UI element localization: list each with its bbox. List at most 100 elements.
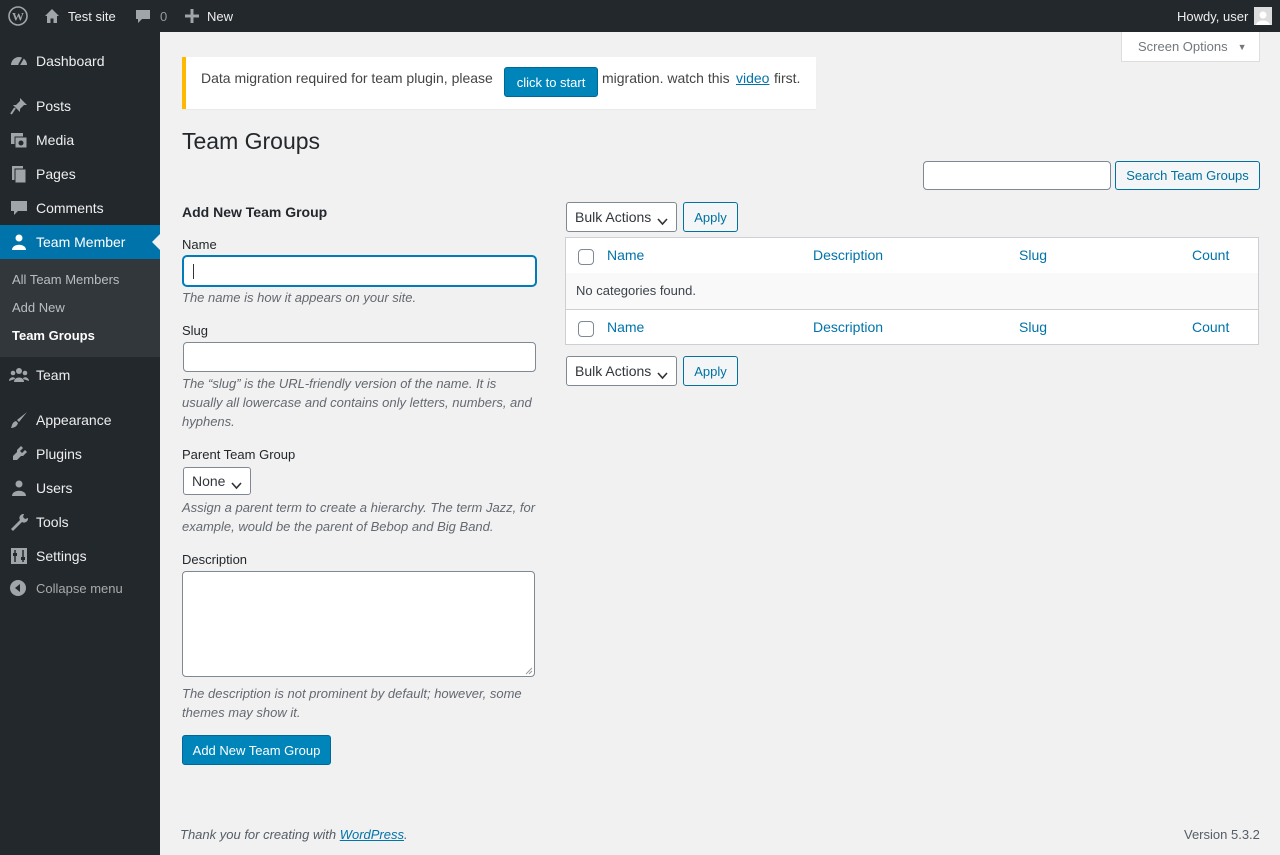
sidebar-item-settings[interactable]: Settings — [0, 539, 160, 573]
sidebar-item-media[interactable]: Media — [0, 123, 160, 157]
avatar — [1254, 7, 1273, 25]
new-content-link[interactable]: New — [185, 0, 233, 32]
sidebar-item-label: Media — [36, 132, 75, 148]
pages-icon — [9, 164, 29, 184]
column-slug[interactable]: Slug — [1019, 247, 1047, 263]
comments-link[interactable]: 0 — [135, 0, 167, 32]
sidebar-item-label: Tools — [36, 514, 69, 530]
sidebar-item-label: Team Member — [36, 234, 126, 250]
no-items-text: No categories found. — [576, 283, 696, 298]
collapse-arrow-icon — [10, 580, 26, 596]
notice-text-end: first. — [774, 70, 801, 86]
admin-sidebar: Dashboard Posts Media Pages Comments Tea… — [0, 32, 160, 855]
bulk-actions-select-top[interactable]: Bulk Actions — [566, 202, 677, 232]
screen-options-button[interactable]: Screen Options ▼ — [1121, 32, 1260, 62]
apply-button-top[interactable]: Apply — [683, 202, 738, 232]
search-input[interactable] — [923, 161, 1111, 190]
search-team-groups-button[interactable]: Search Team Groups — [1115, 161, 1260, 190]
dashboard-icon — [9, 51, 29, 71]
notice-text: Data migration required for team plugin,… — [201, 70, 493, 86]
description-textarea[interactable] — [182, 571, 535, 677]
new-label: New — [207, 8, 234, 24]
column-slug-footer[interactable]: Slug — [1019, 319, 1047, 335]
slug-field[interactable] — [183, 342, 536, 372]
caret-down-icon: ▼ — [1237, 41, 1247, 52]
team-groups-table: Name Description Slug Count No categorie… — [565, 237, 1259, 345]
comment-icon — [135, 8, 151, 24]
name-help: The name is how it appears on your site. — [182, 290, 417, 305]
footer-thanks-text: Thank you for creating with — [180, 827, 337, 842]
chevron-down-icon — [657, 367, 668, 383]
comment-icon — [9, 198, 29, 218]
sidebar-item-label: Team — [36, 367, 71, 383]
wordpress-logo-icon[interactable]: W — [8, 0, 28, 32]
wordpress-link[interactable]: WordPress — [340, 827, 404, 842]
sidebar-item-label: Comments — [36, 200, 104, 216]
description-help: The description is not prominent by defa… — [182, 686, 522, 720]
footer-thanks: Thank you for creating with WordPress. — [180, 827, 408, 842]
column-description[interactable]: Description — [813, 247, 883, 263]
sidebar-item-label: Users — [36, 480, 73, 496]
sidebar-item-label: Pages — [36, 166, 76, 182]
add-new-team-group-button[interactable]: Add New Team Group — [182, 735, 331, 765]
groups-icon — [9, 365, 29, 385]
column-count[interactable]: Count — [1192, 247, 1229, 263]
admin-bar: W Test site 0 New Howdy, user — [0, 0, 1280, 32]
sidebar-item-appearance[interactable]: Appearance — [0, 403, 160, 437]
collapse-menu-button[interactable]: Collapse menu — [0, 576, 160, 600]
bulk-actions-select-bottom[interactable]: Bulk Actions — [566, 356, 677, 386]
sidebar-item-label: Plugins — [36, 446, 82, 462]
parent-select[interactable]: None — [183, 467, 251, 495]
collapse-label: Collapse menu — [36, 580, 123, 596]
team-member-submenu: All Team Members Add New Team Groups — [0, 259, 160, 357]
brush-icon — [9, 410, 29, 430]
home-icon — [44, 8, 60, 24]
my-account-link[interactable]: Howdy, user — [1177, 0, 1273, 32]
apply-button-bottom[interactable]: Apply — [683, 356, 738, 386]
sidebar-item-plugins[interactable]: Plugins — [0, 437, 160, 471]
sidebar-item-team-member[interactable]: Team Member — [0, 225, 160, 259]
sidebar-item-pages[interactable]: Pages — [0, 157, 160, 191]
page-title: Team Groups — [182, 128, 321, 154]
name-field[interactable] — [183, 256, 536, 286]
bulk-actions-value: Bulk Actions — [575, 363, 652, 379]
slug-help: The “slug” is the URL-friendly version o… — [182, 376, 532, 429]
comments-count: 0 — [160, 8, 168, 24]
migration-notice: Data migration required for team plugin,… — [182, 57, 816, 109]
sidebar-item-users[interactable]: Users — [0, 471, 160, 505]
parent-select-value: None — [192, 473, 226, 489]
column-name-footer[interactable]: Name — [607, 319, 644, 335]
select-all-checkbox-footer[interactable] — [578, 321, 594, 337]
sidebar-item-tools[interactable]: Tools — [0, 505, 160, 539]
submenu-item-team-groups[interactable]: Team Groups — [12, 328, 95, 343]
sidebar-item-label: Posts — [36, 98, 72, 114]
description-label: Description — [182, 552, 248, 567]
submenu-item-all-team-members[interactable]: All Team Members — [12, 272, 119, 287]
sidebar-item-comments[interactable]: Comments — [0, 191, 160, 225]
sidebar-item-dashboard[interactable]: Dashboard — [0, 44, 160, 78]
resize-handle-icon[interactable] — [525, 667, 533, 675]
table-header-row: Name Description Slug Count — [566, 238, 1258, 274]
site-name: Test site — [68, 8, 116, 24]
column-description-footer[interactable]: Description — [813, 319, 883, 335]
column-name[interactable]: Name — [607, 247, 644, 263]
column-count-footer[interactable]: Count — [1192, 319, 1229, 335]
sidebar-item-label: Settings — [36, 548, 87, 564]
footer-version: Version 5.3.2 — [1184, 827, 1260, 842]
bulk-actions-value: Bulk Actions — [575, 209, 652, 225]
table-footer-row: Name Description Slug Count — [566, 309, 1258, 345]
name-label: Name — [182, 237, 217, 252]
video-link[interactable]: video — [736, 70, 769, 86]
table-row: No categories found. — [566, 273, 1258, 309]
text-cursor — [193, 264, 194, 279]
pin-icon — [9, 96, 29, 116]
screen-options-label: Screen Options — [1138, 39, 1228, 54]
sidebar-item-posts[interactable]: Posts — [0, 89, 160, 123]
start-migration-button[interactable]: click to start — [504, 67, 598, 97]
sidebar-item-team[interactable]: Team — [0, 358, 160, 392]
add-new-form-title: Add New Team Group — [182, 204, 328, 220]
site-name-link[interactable]: Test site — [44, 0, 116, 32]
person-icon — [9, 232, 29, 252]
select-all-checkbox[interactable] — [578, 249, 594, 265]
submenu-item-add-new[interactable]: Add New — [12, 300, 65, 315]
